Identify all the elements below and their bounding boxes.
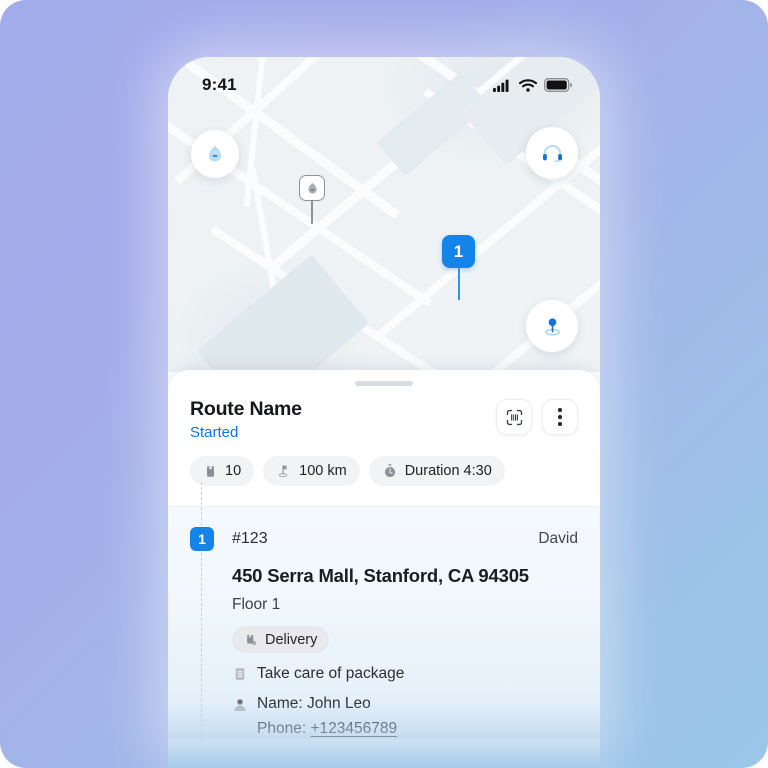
route-stats-chips: 10 100 km Duration 4:30 bbox=[168, 441, 600, 486]
stop-contact-lines: Name: John Leo Phone: +123456789 bbox=[257, 695, 397, 738]
locate-me-button[interactable] bbox=[526, 300, 578, 352]
wifi-icon bbox=[519, 78, 537, 92]
stop-header-row: 1 #123 David bbox=[190, 527, 578, 551]
screenshot-canvas: 1 9:41 Route Name Started 10 100 km Dura… bbox=[0, 0, 768, 768]
stop-identity: 1 #123 bbox=[190, 527, 268, 551]
status-bar: 9:41 bbox=[168, 57, 600, 113]
stat-chip-distance-label: 100 km bbox=[299, 463, 347, 479]
headset-support-icon bbox=[542, 144, 562, 162]
stop-sequence-badge: 1 bbox=[190, 527, 214, 551]
stop-note-label: Take care of package bbox=[257, 665, 405, 682]
route-status[interactable]: Started bbox=[190, 424, 302, 441]
person-icon bbox=[234, 699, 246, 711]
depot-home-icon bbox=[208, 145, 222, 162]
stopwatch-icon bbox=[384, 464, 395, 478]
status-bar-indicators bbox=[493, 78, 572, 92]
stat-chip-distance[interactable]: 100 km bbox=[263, 456, 360, 486]
stop-contact-phone[interactable]: Phone: +123456789 bbox=[257, 720, 397, 738]
barcode-scan-icon bbox=[506, 409, 522, 425]
depot-marker-stem bbox=[311, 201, 313, 224]
cellular-signal-icon bbox=[493, 79, 509, 92]
phone-frame: 1 9:41 Route Name Started 10 100 km Dura… bbox=[168, 57, 600, 768]
more-vertical-icon bbox=[558, 408, 562, 426]
stop-order-id: #123 bbox=[232, 530, 268, 547]
route-name: Route Name bbox=[190, 398, 302, 420]
delivery-box-icon bbox=[247, 634, 256, 645]
note-lines-icon bbox=[235, 668, 245, 680]
stat-chip-duration-label: Duration 4:30 bbox=[404, 463, 492, 479]
stat-chip-stops[interactable]: 10 bbox=[190, 456, 255, 486]
map-marker-stop-1[interactable]: 1 bbox=[442, 235, 475, 300]
route-flag-pin-icon bbox=[279, 465, 288, 478]
location-pin-icon bbox=[544, 317, 560, 335]
stop-driver-name: David bbox=[538, 530, 578, 547]
stop-list: 1 #123 David 450 Serra Mall, Stanford, C… bbox=[168, 482, 600, 742]
status-bar-time: 9:41 bbox=[202, 75, 237, 94]
stop-address: 450 Serra Mall, Stanford, CA 94305 bbox=[232, 565, 529, 586]
stop-marker-label: 1 bbox=[442, 235, 475, 268]
stop-floor: Floor 1 bbox=[232, 596, 281, 613]
package-box-icon bbox=[207, 465, 214, 477]
phone-label: Phone: bbox=[257, 720, 311, 737]
sheet-header: Route Name Started bbox=[168, 386, 600, 441]
stop-marker-stem bbox=[457, 268, 460, 300]
stop-contact-name: Name: John Leo bbox=[257, 695, 371, 712]
more-options-button[interactable] bbox=[542, 399, 578, 435]
stat-chip-duration[interactable]: Duration 4:30 bbox=[368, 456, 505, 486]
battery-full-icon bbox=[544, 78, 572, 92]
stop-type-tag: Delivery bbox=[232, 626, 330, 653]
stop-item-1[interactable]: 1 #123 David 450 Serra Mall, Stanford, C… bbox=[168, 507, 600, 738]
stop-type-label: Delivery bbox=[265, 631, 318, 648]
support-button[interactable] bbox=[526, 127, 578, 179]
depot-home-icon bbox=[299, 175, 325, 201]
scan-button[interactable] bbox=[496, 399, 532, 435]
route-bottom-sheet: Route Name Started 10 100 km Duration 4:… bbox=[168, 370, 600, 768]
phone-number-link[interactable]: +123456789 bbox=[310, 720, 397, 737]
stop-contact-row: Name: John Leo Phone: +123456789 bbox=[232, 695, 578, 738]
stat-chip-stops-label: 10 bbox=[225, 463, 242, 479]
route-heading-group: Route Name Started bbox=[190, 398, 302, 441]
sheet-header-actions bbox=[496, 399, 578, 435]
stop-note-row: Take care of package bbox=[232, 665, 578, 683]
depot-button[interactable] bbox=[191, 130, 239, 178]
map-marker-depot[interactable] bbox=[299, 175, 325, 224]
